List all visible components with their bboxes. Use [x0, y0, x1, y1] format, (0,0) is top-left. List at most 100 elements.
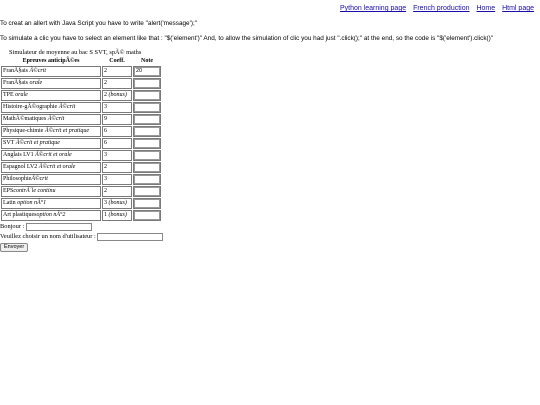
note-cell: [133, 114, 161, 125]
subject-cell: FranÃ§ais orale: [1, 78, 101, 89]
note-input[interactable]: [134, 151, 160, 160]
note-cell: [133, 102, 161, 113]
subject-detail: Ã©crit: [29, 68, 47, 75]
subject-detail: Ã©crit: [58, 104, 76, 111]
table-row: Physique-chimie Ã©crit et pratique 6: [1, 126, 161, 137]
table-row: Art plastiquesoption nÂ°2 1 (bonus): [1, 210, 161, 221]
coeff-value: 2: [104, 80, 107, 87]
nav-link-html[interactable]: Html page: [502, 5, 534, 12]
note-input[interactable]: [134, 187, 160, 196]
coeff-cell: 6: [102, 138, 132, 149]
coeff-value: 1 (bonus): [104, 212, 127, 219]
subject-detail: orale: [15, 92, 28, 99]
nav-link-home[interactable]: Home: [476, 5, 495, 12]
header-subject: Epreuves anticipÃ©es: [22, 58, 80, 64]
subject-cell: Anglais LV1 Ã©crit et orale: [1, 150, 101, 161]
table-row: FranÃ§ais orale 2: [1, 78, 161, 89]
subject-cell: SVT Ã©crit et pratique: [1, 138, 101, 149]
note-cell: [133, 126, 161, 137]
note-input[interactable]: 20: [134, 67, 160, 76]
grade-simulator: Simulateur de moyenne au bac S SVT, spÃ©…: [0, 49, 164, 252]
send-row: Envoyer: [0, 242, 163, 252]
subject-cell: EPScontrÃ´le continu: [1, 186, 101, 197]
table-row: SVT Ã©crit et pratique 6: [1, 138, 161, 149]
subject-name: Physique-chimie: [3, 128, 45, 135]
subject-name: Art plastiques: [3, 212, 37, 219]
note-cell: [133, 150, 161, 161]
note-input[interactable]: [134, 79, 160, 88]
coeff-cell: 6: [102, 126, 132, 137]
subject-name: Anglais LV1: [3, 152, 36, 159]
subject-detail: Ã©crit et orale: [35, 152, 72, 159]
subject-cell: Art plastiquesoption nÂ°2: [1, 210, 101, 221]
note-input[interactable]: [134, 115, 160, 124]
header-coeff: Coeff.: [109, 58, 125, 64]
table-row: PhilosophieÃ©crit 3: [1, 174, 161, 185]
note-input[interactable]: [134, 91, 160, 100]
bonus-tag: (bonus): [108, 92, 127, 99]
subject-name: Espagnol LV2: [3, 164, 39, 171]
coeff-cell: 2: [102, 78, 132, 89]
subject-cell: Histoire-gÃ©ographie Ã©crit: [1, 102, 101, 113]
subject-detail: orale: [29, 80, 43, 87]
bonus-tag: (bonus): [108, 212, 127, 219]
note-cell: 20: [133, 66, 161, 77]
table-row: TPE orale 2 (bonus): [1, 90, 161, 101]
coeff-value: 2: [104, 188, 107, 195]
table-row: Latin option nÂ°1 3 (bonus): [1, 198, 161, 209]
coeff-cell: 1 (bonus): [102, 210, 132, 221]
nav-link-french[interactable]: French production: [413, 5, 469, 12]
bonjour-row: Bonjour :: [0, 222, 163, 232]
coeff-cell: 3: [102, 150, 132, 161]
subject-name: MathÃ©matiques: [3, 116, 48, 123]
subject-cell: MathÃ©matiques Ã©crit: [1, 114, 101, 125]
note-input[interactable]: [134, 127, 160, 136]
note-cell: [133, 186, 161, 197]
note-input[interactable]: [134, 211, 160, 220]
coeff-cell: 3: [102, 174, 132, 185]
table-row: Anglais LV1 Ã©crit et orale 3: [1, 150, 161, 161]
subject-cell: TPE orale: [1, 90, 101, 101]
nav-link-python[interactable]: Python learning page: [340, 5, 406, 12]
subject-name: Latin: [3, 200, 18, 207]
subject-detail: option nÂ°1: [17, 200, 47, 207]
send-button[interactable]: Envoyer: [0, 243, 29, 252]
subject-cell: Espagnol LV2 Ã©crit et orale: [1, 162, 101, 173]
subject-cell: PhilosophieÃ©crit: [1, 174, 101, 185]
coeff-value: 3: [104, 104, 107, 111]
table-row: Espagnol LV2 Ã©crit et orale 2: [1, 162, 161, 173]
coeff-cell: 3 (bonus): [102, 198, 132, 209]
table-row: EPScontrÃ´le continu 2: [1, 186, 161, 197]
username-row: Veuillez choisir un nom d'utilisateur :: [0, 232, 164, 242]
note-input[interactable]: [134, 163, 160, 172]
subject-detail: Ã©crit: [47, 116, 65, 123]
subject-name: TPE: [3, 92, 16, 99]
table-row: MathÃ©matiques Ã©crit 9: [1, 114, 161, 125]
subject-cell: Physique-chimie Ã©crit et pratique: [1, 126, 101, 137]
table-header-row: Epreuves anticipÃ©es Coeff. Note: [1, 58, 161, 65]
coeff-cell: 9: [102, 114, 132, 125]
subject-detail: Ã©crit et pratique: [15, 140, 60, 147]
note-input[interactable]: [134, 199, 160, 208]
subject-name: EPS: [3, 188, 14, 195]
note-input[interactable]: [134, 175, 160, 184]
subject-detail: Ã©crit: [31, 176, 48, 183]
subject-name: SVT: [3, 140, 16, 147]
note-cell: [133, 78, 161, 89]
note-input[interactable]: [134, 103, 160, 112]
note-cell: [133, 162, 161, 173]
header-note: Note: [141, 58, 153, 64]
subject-name: FranÃ§ais: [3, 68, 30, 75]
bonjour-label: Bonjour :: [0, 223, 26, 230]
username-label: Veuillez choisir un nom d'utilisateur :: [0, 233, 98, 240]
bonjour-input[interactable]: [25, 222, 92, 231]
coeff-value: 6: [104, 128, 107, 135]
note-input[interactable]: [134, 139, 160, 148]
grades-table: Epreuves anticipÃ©es Coeff. Note FranÃ§a…: [0, 57, 162, 222]
coeff-value: 3 (bonus): [104, 200, 127, 207]
username-input[interactable]: [97, 232, 164, 241]
bonus-tag: (bonus): [108, 200, 127, 207]
subject-name: FranÃ§ais: [3, 80, 30, 87]
subject-name: Philosophie: [3, 176, 32, 183]
coeff-value: 3: [104, 176, 107, 183]
